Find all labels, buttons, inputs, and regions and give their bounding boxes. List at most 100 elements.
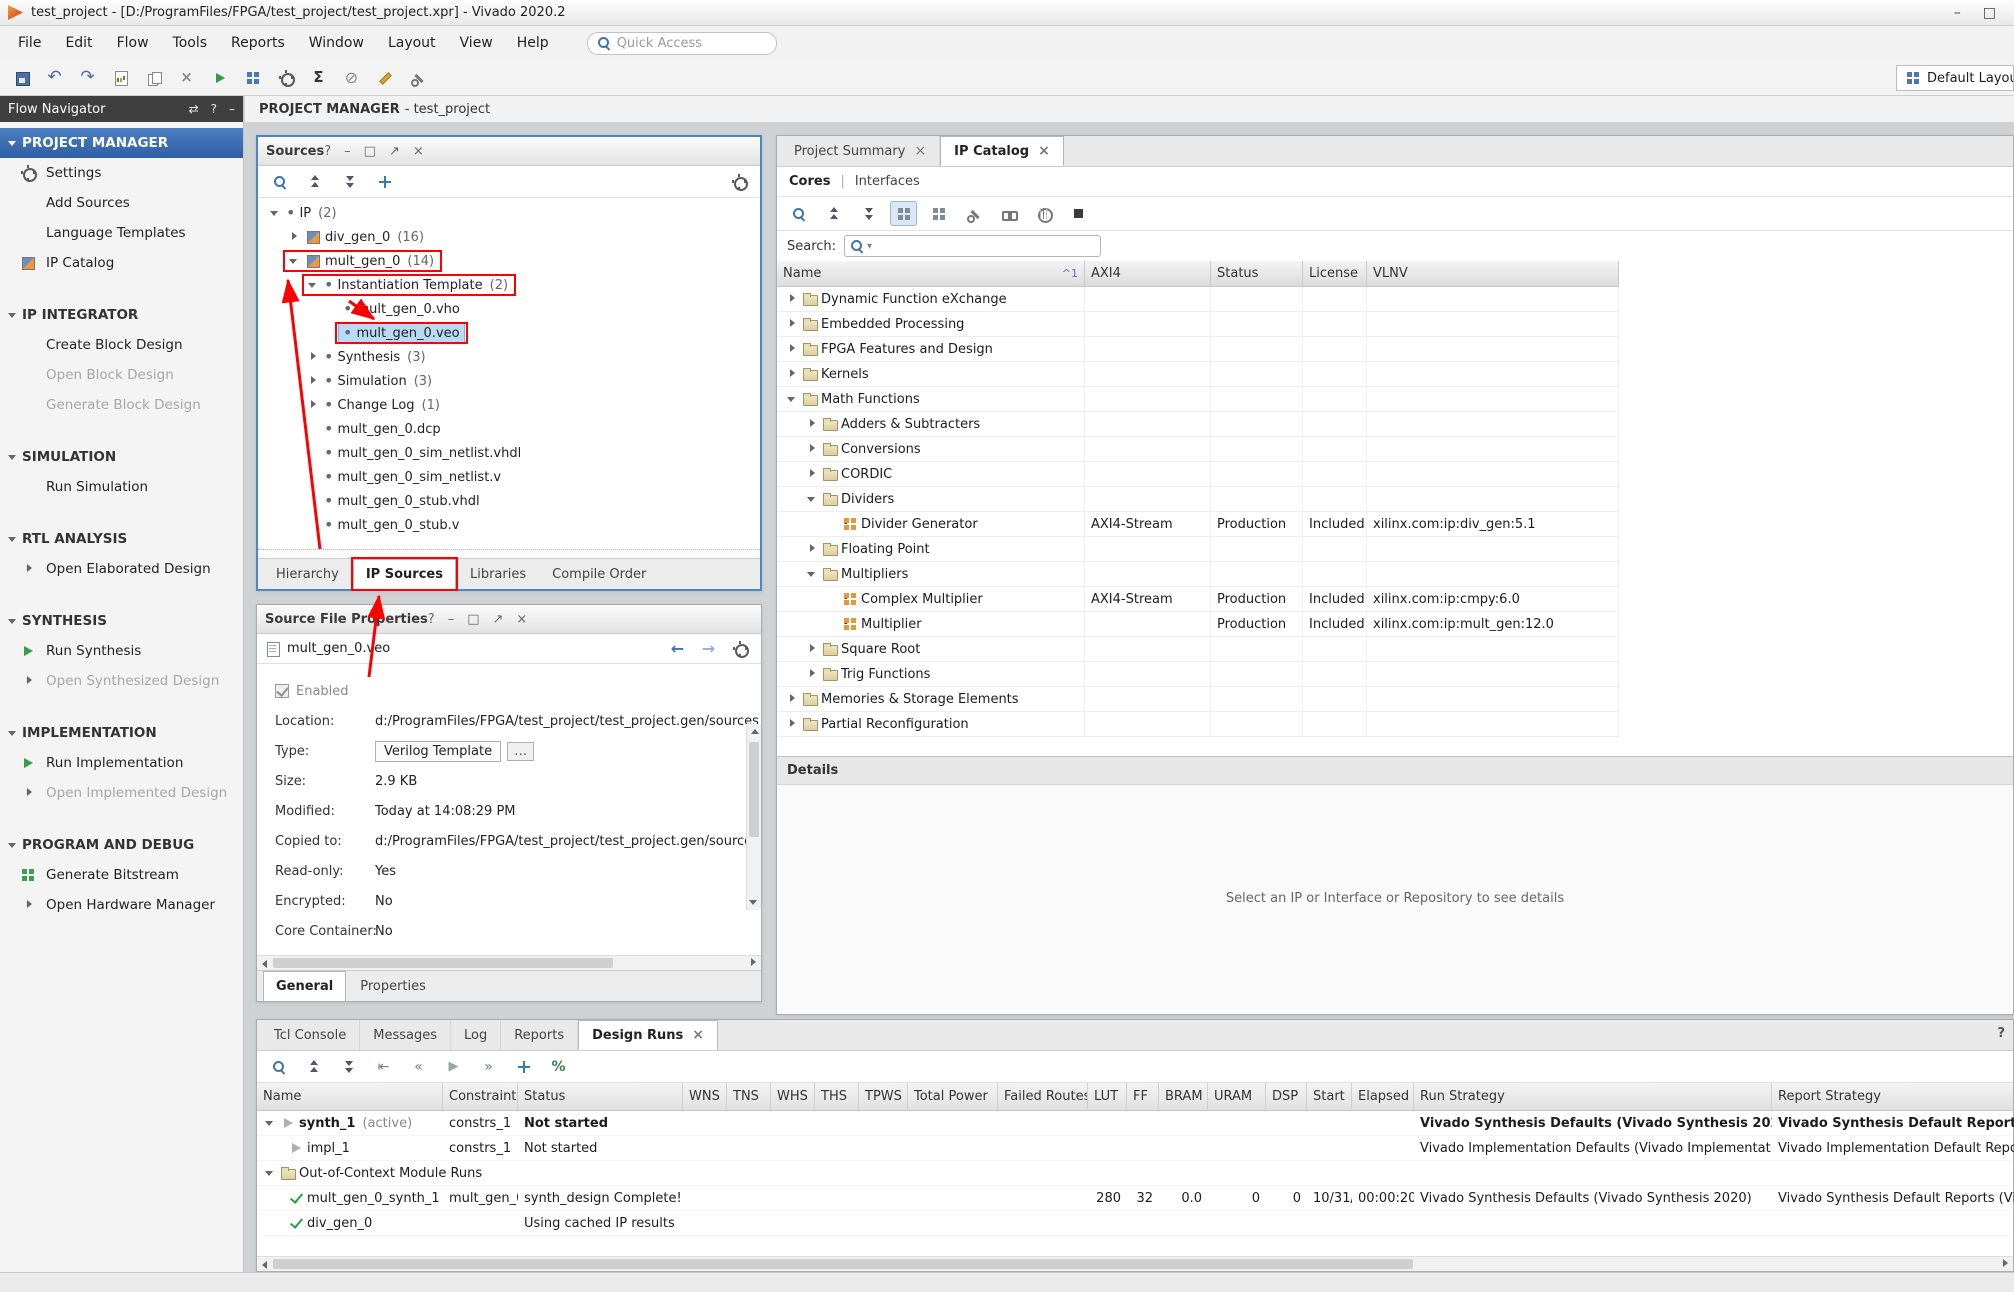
expand-all-button[interactable] [335,1054,362,1079]
close-tab-icon[interactable]: × [914,143,926,159]
type-edit-button[interactable]: … [507,742,534,761]
quick-access-search[interactable]: Quick Access [587,32,777,55]
view-tab-interfaces[interactable]: Interfaces [855,174,920,189]
chevron-right-icon[interactable] [785,717,799,731]
column-header-name[interactable]: Name^1 [777,261,1085,286]
chevron-down-icon[interactable] [263,1166,277,1180]
view-tab-cores[interactable]: Cores [789,174,830,189]
tab-ip-catalog[interactable]: IP Catalog× [940,136,1064,166]
chevron-right-icon[interactable] [785,292,799,306]
scrollbar-thumb[interactable] [749,742,759,837]
column-header-name[interactable]: Name [257,1083,443,1110]
chevron-right-icon[interactable] [805,542,819,556]
column-header-ff[interactable]: FF [1127,1083,1159,1110]
details-header[interactable]: Details [777,756,2013,785]
ipcat-row-trig-functions[interactable]: •Trig Functions [777,662,1619,687]
menu-help[interactable]: Help [505,29,561,57]
save-button[interactable] [8,65,35,90]
properties-panel-header[interactable]: Source File Properties ?–□↗× [257,605,761,634]
flow-item-open-hardware-manager[interactable]: Open Hardware Manager [0,890,243,920]
search-button[interactable] [265,1054,292,1079]
flow-item-run-synthesis[interactable]: Run Synthesis [0,636,243,666]
ipcat-row-floating-point[interactable]: •Floating Point [777,537,1619,562]
default-layout-button[interactable]: Default Layou [1896,65,2014,91]
maximize-button[interactable]: □ [467,612,479,627]
chevron-right-icon[interactable] [805,467,819,481]
chevron-right-icon[interactable] [785,692,799,706]
customize-button[interactable] [960,201,987,226]
design-runs-horizontal-scrollbar[interactable] [257,1256,2013,1271]
scroll-right-icon[interactable] [746,956,760,970]
ipcat-row-multiplier[interactable]: •MultiplierProductionIncludedxilinx.com:… [777,612,1619,637]
show-taxonomy-button[interactable] [925,201,952,226]
step-back-button[interactable]: « [405,1054,432,1079]
minimize-button[interactable]: – [1954,5,1961,21]
flow-section-ip-integrator[interactable]: IP INTEGRATOR [0,300,243,330]
chevron-down-icon[interactable] [263,1116,277,1130]
menu-layout[interactable]: Layout [376,29,448,57]
redo-button[interactable]: ↷ [74,65,101,90]
tab-general[interactable]: General [263,971,346,1001]
resume-button[interactable]: ▶ [440,1054,467,1079]
ipcat-row-math-functions[interactable]: •Math Functions [777,387,1619,412]
scroll-down-icon[interactable] [747,895,761,909]
properties-vertical-scrollbar[interactable] [746,724,761,910]
menu-window[interactable]: Window [297,29,376,57]
column-header-wns[interactable]: WNS [683,1083,727,1110]
tab-design-runs[interactable]: Design Runs× [578,1020,718,1050]
scroll-right-icon[interactable] [1998,1257,2012,1271]
ipcat-row-multipliers[interactable]: •Multipliers [777,562,1619,587]
maximize-button[interactable]: □ [1983,5,1996,21]
sources-panel-header[interactable]: Sources ?–□↗× [258,137,760,166]
cancel-button[interactable]: ⊘ [338,65,365,90]
tab-reports[interactable]: Reports [501,1020,578,1050]
ipcat-row-dividers[interactable]: •Dividers [777,487,1619,512]
tree-item-mult-gen-0-vho[interactable]: •mult_gen_0.vho [258,297,760,321]
tab-compile-order[interactable]: Compile Order [540,559,658,589]
flow-section-program-and-debug[interactable]: PROGRAM AND DEBUG [0,830,243,860]
column-header-uram[interactable]: URAM [1208,1083,1266,1110]
expand-all-button[interactable] [855,201,882,226]
help-button[interactable]: ? [428,612,435,627]
column-header-start[interactable]: Start [1307,1083,1352,1110]
minimize-button[interactable]: – [229,102,235,116]
chevron-right-icon[interactable] [306,350,320,364]
chevron-right-icon[interactable] [785,342,799,356]
tab-log[interactable]: Log [451,1020,501,1050]
flow-item-language-templates[interactable]: Language Templates [0,218,243,248]
flow-item-open-block-design[interactable]: Open Block Design [0,360,243,390]
column-header-status[interactable]: Status [518,1083,683,1110]
column-header-failed-routes[interactable]: Failed Routes [998,1083,1088,1110]
tree-item-ip[interactable]: •IP(2) [258,201,760,225]
column-header-whs[interactable]: WHS [771,1083,815,1110]
run-row-impl-1[interactable]: impl_1constrs_1Not startedVivado Impleme… [257,1136,2013,1161]
tree-item-instantiation-template[interactable]: •Instantiation Template(2) [258,273,760,297]
stop-button[interactable] [1065,201,1092,226]
close-button[interactable]: × [516,612,527,627]
search-button[interactable] [785,201,812,226]
properties-horizontal-scrollbar[interactable] [257,955,761,970]
tree-item-mult-gen-0-sim-netlist-vhdl[interactable]: •mult_gen_0_sim_netlist.vhdl [258,441,760,465]
tab-libraries[interactable]: Libraries [458,559,538,589]
tab-tcl-console[interactable]: Tcl Console [261,1020,360,1050]
chevron-right-icon[interactable] [805,442,819,456]
tree-item-simulation[interactable]: •Simulation(3) [258,369,760,393]
column-header-status[interactable]: Status [1211,261,1303,286]
type-value[interactable]: Verilog Template [375,741,501,762]
chevron-right-icon[interactable] [306,398,320,412]
flow-item-run-simulation[interactable]: Run Simulation [0,472,243,502]
ipcat-row-dynamic-function-exchange[interactable]: •Dynamic Function eXchange [777,287,1619,312]
delete-button[interactable]: × [173,65,200,90]
back-button[interactable]: ← [664,636,691,661]
web-button[interactable] [1030,201,1057,226]
flow-section-simulation[interactable]: SIMULATION [0,442,243,472]
chevron-right-icon[interactable] [785,367,799,381]
ipcat-row-complex-multiplier[interactable]: •Complex MultiplierAXI4-StreamProduction… [777,587,1619,612]
search-button[interactable] [266,169,293,194]
ipcat-row-kernels[interactable]: •Kernels [777,362,1619,387]
flow-item-add-sources[interactable]: Add Sources [0,188,243,218]
close-button[interactable]: × [413,144,424,159]
collapse-all-button[interactable] [300,1054,327,1079]
flow-item-open-synthesized-design[interactable]: Open Synthesized Design [0,666,243,696]
chevron-down-icon[interactable] [268,206,282,220]
